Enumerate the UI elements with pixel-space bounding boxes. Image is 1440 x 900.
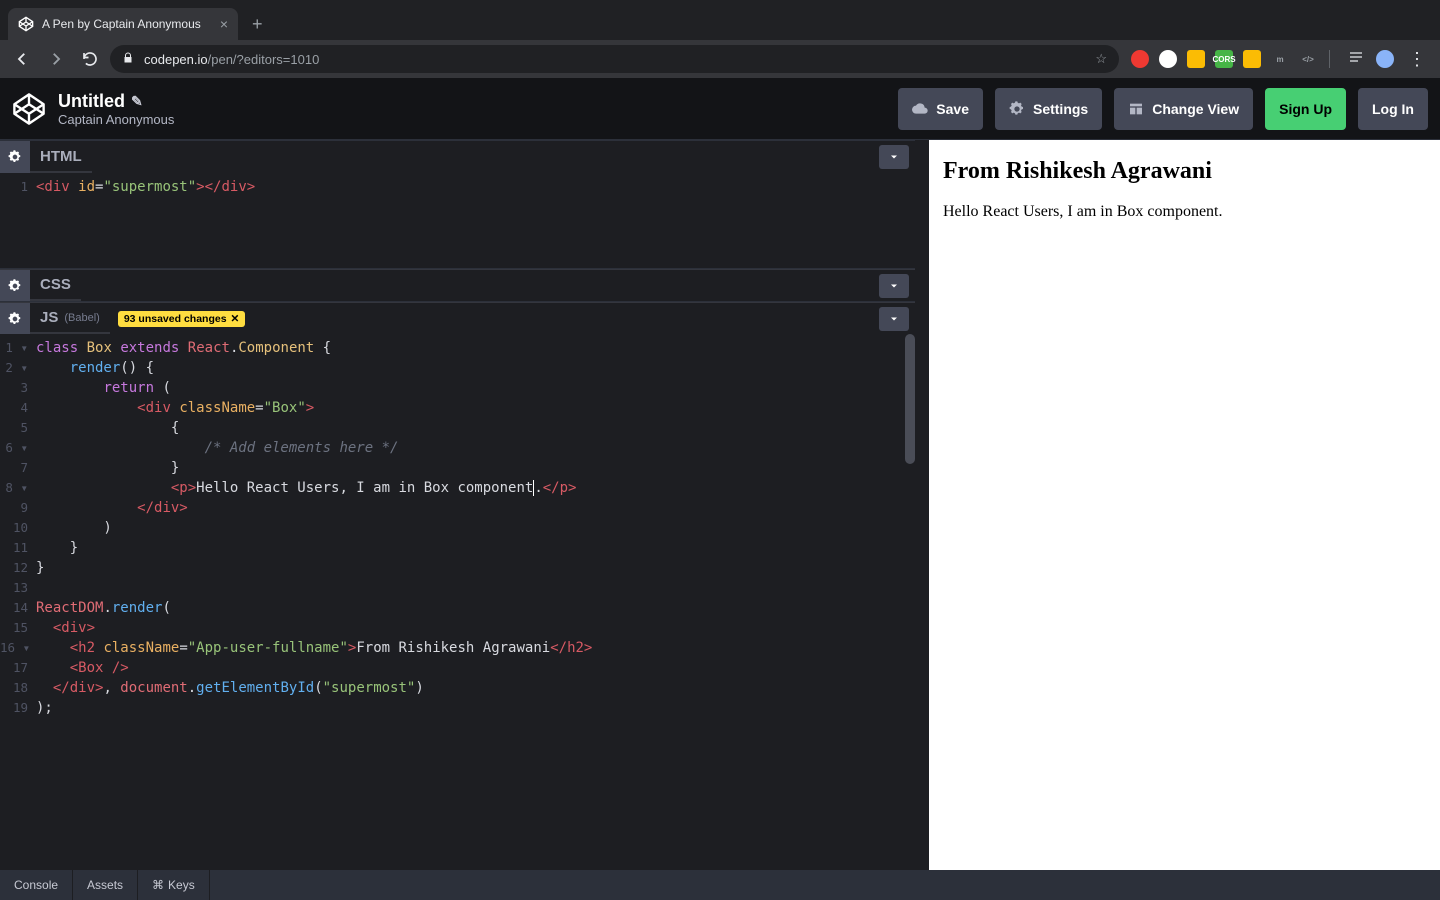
tab-title: A Pen by Captain Anonymous: [42, 17, 212, 31]
pen-title[interactable]: Untitled ✎: [58, 91, 174, 112]
settings-button[interactable]: Settings: [995, 88, 1102, 130]
reload-button[interactable]: [76, 45, 104, 73]
media-icon[interactable]: [1344, 49, 1368, 70]
codepen-favicon-icon: [18, 16, 34, 32]
js-scrollbar[interactable]: [905, 334, 915, 464]
new-tab-button[interactable]: +: [238, 8, 277, 40]
m-extension-icon[interactable]: m: [1271, 50, 1289, 68]
js-code-area[interactable]: 1 ▾2 ▾3456 ▾78 ▾910111213141516 ▾171819 …: [0, 334, 915, 870]
edit-title-icon[interactable]: ✎: [131, 93, 143, 110]
css-editor: CSS: [0, 268, 915, 301]
unsaved-close-icon[interactable]: ✕: [231, 313, 240, 325]
js-label[interactable]: JS (Babel): [30, 303, 110, 334]
close-tab-icon[interactable]: ×: [220, 16, 228, 32]
star-icon[interactable]: ☆: [1095, 51, 1107, 67]
console-button[interactable]: Console: [0, 870, 73, 900]
kebab-menu-icon[interactable]: ⋮: [1402, 49, 1432, 70]
editors-column: HTML 1 <div id="supermost"></div> CSS: [0, 140, 915, 870]
signup-button[interactable]: Sign Up: [1265, 88, 1346, 130]
keys-button[interactable]: ⌘ Keys: [138, 870, 210, 900]
change-view-button[interactable]: Change View: [1114, 88, 1253, 130]
assets-button[interactable]: Assets: [73, 870, 138, 900]
adblock-extension-icon[interactable]: [1131, 50, 1149, 68]
css-editor-header: CSS: [0, 269, 915, 301]
codepen-footer: Console Assets ⌘ Keys: [0, 870, 1440, 900]
unsaved-badge[interactable]: 93 unsaved changes ✕: [118, 311, 246, 327]
browser-chrome: A Pen by Captain Anonymous × + codepen.i…: [0, 0, 1440, 78]
lock-icon: [122, 52, 134, 67]
html-settings-icon[interactable]: [0, 141, 30, 173]
forward-button[interactable]: [42, 45, 70, 73]
browser-tab[interactable]: A Pen by Captain Anonymous ×: [8, 8, 238, 40]
js-dropdown-icon[interactable]: [879, 307, 909, 331]
pen-meta: Untitled ✎ Captain Anonymous: [58, 91, 174, 127]
keep-extension-icon[interactable]: [1187, 50, 1205, 68]
css-settings-icon[interactable]: [0, 270, 30, 301]
js-settings-icon[interactable]: [0, 303, 30, 334]
ghostery-extension-icon[interactable]: [1159, 50, 1177, 68]
separator: [1329, 50, 1330, 68]
tab-strip: A Pen by Captain Anonymous × +: [0, 0, 1440, 40]
preview-heading: From Rishikesh Agrawani: [943, 158, 1426, 185]
cors-extension-icon[interactable]: CORS: [1215, 50, 1233, 68]
code-extension-icon[interactable]: </>: [1299, 50, 1317, 68]
address-bar-row: codepen.io/pen/?editors=1010 ☆ CORSm</> …: [0, 40, 1440, 78]
css-label[interactable]: CSS: [30, 270, 81, 301]
extensions-row: CORS m </>: [1125, 50, 1338, 68]
workspace: HTML 1 <div id="supermost"></div> CSS: [0, 140, 1440, 870]
login-button[interactable]: Log In: [1358, 88, 1428, 130]
html-label[interactable]: HTML: [30, 141, 92, 173]
save-button[interactable]: Save: [898, 88, 983, 130]
address-bar[interactable]: codepen.io/pen/?editors=1010 ☆: [110, 45, 1119, 73]
back-button[interactable]: [8, 45, 36, 73]
preview-pane: From Rishikesh Agrawani Hello React User…: [915, 140, 1440, 870]
profile-avatar-icon[interactable]: [1374, 48, 1396, 70]
js-sublang: (Babel): [64, 312, 99, 324]
preview-paragraph: Hello React Users, I am in Box component…: [943, 203, 1426, 221]
codepen-header: Untitled ✎ Captain Anonymous Save Settin…: [0, 78, 1440, 140]
css-dropdown-icon[interactable]: [879, 274, 909, 298]
url-text: codepen.io/pen/?editors=1010: [144, 52, 319, 67]
html-editor: HTML 1 <div id="supermost"></div>: [0, 140, 915, 268]
edit-extension-icon[interactable]: [1243, 50, 1261, 68]
js-editor: JS (Babel) 93 unsaved changes ✕ 1 ▾2 ▾34…: [0, 301, 915, 870]
pen-author: Captain Anonymous: [58, 112, 174, 127]
html-code-area[interactable]: 1 <div id="supermost"></div>: [0, 173, 915, 268]
html-editor-header: HTML: [0, 141, 915, 173]
html-dropdown-icon[interactable]: [879, 145, 909, 169]
codepen-logo-icon[interactable]: [12, 92, 46, 126]
js-editor-header: JS (Babel) 93 unsaved changes ✕: [0, 302, 915, 334]
